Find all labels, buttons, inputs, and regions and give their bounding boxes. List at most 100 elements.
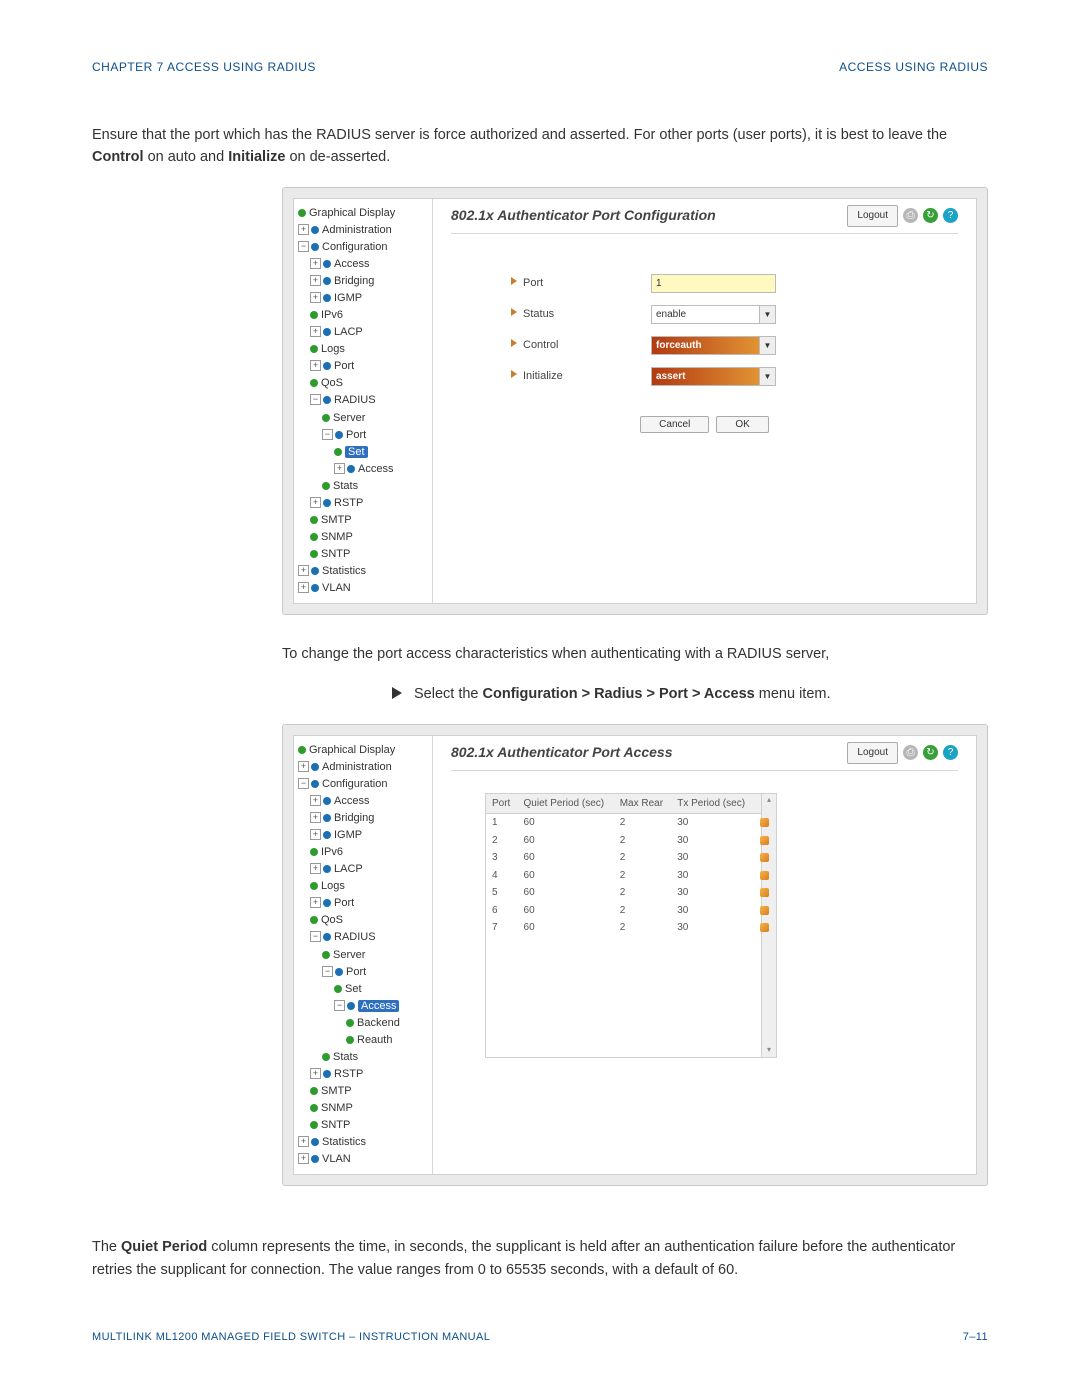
logout-button[interactable]: Logout bbox=[847, 205, 898, 227]
table-row[interactable]: 160230 bbox=[486, 814, 776, 832]
control-label: Control bbox=[511, 337, 651, 354]
edit-icon[interactable] bbox=[760, 818, 769, 827]
text: on auto and bbox=[144, 149, 229, 165]
header-left: CHAPTER 7 ACCESS USING RADIUS bbox=[92, 60, 316, 74]
tree-port[interactable]: +Port bbox=[298, 358, 428, 375]
text: Select the bbox=[414, 686, 483, 702]
col-quiet[interactable]: Quiet Period (sec) bbox=[518, 794, 614, 814]
print-icon[interactable]: ⎙ bbox=[903, 208, 918, 223]
tree-smtp[interactable]: SMTP bbox=[298, 512, 428, 529]
text: column represents the time, in seconds, … bbox=[92, 1239, 955, 1277]
tree-configuration[interactable]: −Configuration bbox=[298, 776, 428, 793]
tree-bridging[interactable]: +Bridging bbox=[298, 273, 428, 290]
table-row[interactable]: 460230 bbox=[486, 867, 776, 885]
tree-igmp[interactable]: +IGMP bbox=[298, 290, 428, 307]
tree-radius-port-access[interactable]: −Access bbox=[298, 998, 428, 1015]
tree-administration[interactable]: +Administration bbox=[298, 759, 428, 776]
edit-icon[interactable] bbox=[760, 906, 769, 915]
refresh-icon[interactable]: ↻ bbox=[923, 745, 938, 760]
bold: Control bbox=[92, 149, 144, 165]
tree-graphical-display[interactable]: Graphical Display bbox=[298, 742, 428, 759]
edit-icon[interactable] bbox=[760, 836, 769, 845]
tree-radius-port-set[interactable]: Set bbox=[298, 981, 428, 998]
tree-rstp[interactable]: +RSTP bbox=[298, 1066, 428, 1083]
tree-radius-port[interactable]: −Port bbox=[298, 427, 428, 444]
tree-radius-port[interactable]: −Port bbox=[298, 964, 428, 981]
text: The bbox=[92, 1239, 121, 1255]
tree-radius-reauth[interactable]: Reauth bbox=[298, 1032, 428, 1049]
ok-button[interactable]: OK bbox=[716, 416, 768, 433]
tree-radius-server[interactable]: Server bbox=[298, 947, 428, 964]
tree-qos[interactable]: QoS bbox=[298, 375, 428, 392]
paragraph-1: Ensure that the port which has the RADIU… bbox=[92, 124, 988, 169]
edit-icon[interactable] bbox=[760, 871, 769, 880]
edit-icon[interactable] bbox=[760, 853, 769, 862]
tree-qos[interactable]: QoS bbox=[298, 912, 428, 929]
tree-ipv6[interactable]: IPv6 bbox=[298, 844, 428, 861]
tree-vlan[interactable]: +VLAN bbox=[298, 1151, 428, 1168]
collapse-icon[interactable]: − bbox=[298, 241, 309, 252]
table-row[interactable]: 560230 bbox=[486, 884, 776, 902]
step-1: Select the Configuration > Radius > Port… bbox=[392, 683, 988, 705]
tree-radius-port-set[interactable]: Set bbox=[298, 444, 428, 461]
port-input[interactable]: 1 bbox=[651, 274, 776, 293]
help-icon[interactable]: ? bbox=[943, 208, 958, 223]
initialize-select[interactable]: assert bbox=[651, 367, 776, 386]
tree-logs[interactable]: Logs bbox=[298, 341, 428, 358]
tree-rstp[interactable]: +RSTP bbox=[298, 495, 428, 512]
tree-bridging[interactable]: +Bridging bbox=[298, 810, 428, 827]
tree-administration[interactable]: +Administration bbox=[298, 222, 428, 239]
table-row[interactable]: 360230 bbox=[486, 849, 776, 867]
status-label: Status bbox=[511, 306, 651, 323]
control-select[interactable]: forceauth bbox=[651, 336, 776, 355]
bold: Initialize bbox=[228, 149, 285, 165]
tree-radius-stats[interactable]: Stats bbox=[298, 478, 428, 495]
expand-icon[interactable]: + bbox=[298, 224, 309, 235]
tree-port[interactable]: +Port bbox=[298, 895, 428, 912]
tree-logs[interactable]: Logs bbox=[298, 878, 428, 895]
tree-statistics[interactable]: +Statistics bbox=[298, 563, 428, 580]
print-icon[interactable]: ⎙ bbox=[903, 745, 918, 760]
tree-smtp[interactable]: SMTP bbox=[298, 1083, 428, 1100]
edit-icon[interactable] bbox=[760, 888, 769, 897]
tree-lacp[interactable]: +LACP bbox=[298, 861, 428, 878]
tree-statistics[interactable]: +Statistics bbox=[298, 1134, 428, 1151]
table-row[interactable]: 760230 bbox=[486, 919, 776, 937]
tree-snmp[interactable]: SNMP bbox=[298, 1100, 428, 1117]
col-tx[interactable]: Tx Period (sec) bbox=[671, 794, 754, 814]
tree-radius[interactable]: −RADIUS bbox=[298, 392, 428, 409]
tree-sntp[interactable]: SNTP bbox=[298, 546, 428, 563]
col-maxrear[interactable]: Max Rear bbox=[614, 794, 672, 814]
port-access-table-wrap: Port Quiet Period (sec) Max Rear Tx Peri… bbox=[485, 793, 777, 1058]
port-label: Port bbox=[511, 275, 651, 292]
tree-configuration[interactable]: −Configuration bbox=[298, 239, 428, 256]
running-header: CHAPTER 7 ACCESS USING RADIUS ACCESS USI… bbox=[92, 60, 988, 74]
paragraph-3: The Quiet Period column represents the t… bbox=[92, 1236, 988, 1281]
paragraph-2: To change the port access characteristic… bbox=[282, 643, 988, 665]
tree-vlan[interactable]: +VLAN bbox=[298, 580, 428, 597]
edit-icon[interactable] bbox=[760, 923, 769, 932]
help-icon[interactable]: ? bbox=[943, 745, 958, 760]
tree-access[interactable]: +Access bbox=[298, 793, 428, 810]
tree-igmp[interactable]: +IGMP bbox=[298, 827, 428, 844]
cancel-button[interactable]: Cancel bbox=[640, 416, 709, 433]
tree-snmp[interactable]: SNMP bbox=[298, 529, 428, 546]
tree-radius-stats[interactable]: Stats bbox=[298, 1049, 428, 1066]
screenshot-1-wrapper: Graphical Display +Administration −Confi… bbox=[282, 187, 988, 615]
tree-radius-server[interactable]: Server bbox=[298, 410, 428, 427]
tree-ipv6[interactable]: IPv6 bbox=[298, 307, 428, 324]
table-row[interactable]: 260230 bbox=[486, 832, 776, 850]
tree-lacp[interactable]: +LACP bbox=[298, 324, 428, 341]
table-row[interactable]: 660230 bbox=[486, 902, 776, 920]
logout-button[interactable]: Logout bbox=[847, 742, 898, 764]
tree-radius-backend[interactable]: Backend bbox=[298, 1015, 428, 1032]
tree-radius-port-access[interactable]: +Access bbox=[298, 461, 428, 478]
status-select[interactable]: enable bbox=[651, 305, 776, 324]
tree-sntp[interactable]: SNTP bbox=[298, 1117, 428, 1134]
tree-access[interactable]: +Access bbox=[298, 256, 428, 273]
refresh-icon[interactable]: ↻ bbox=[923, 208, 938, 223]
tree-radius[interactable]: −RADIUS bbox=[298, 929, 428, 946]
tree-graphical-display[interactable]: Graphical Display bbox=[298, 205, 428, 222]
col-port[interactable]: Port bbox=[486, 794, 518, 814]
nav-tree-2: Graphical Display +Administration −Confi… bbox=[294, 736, 433, 1174]
